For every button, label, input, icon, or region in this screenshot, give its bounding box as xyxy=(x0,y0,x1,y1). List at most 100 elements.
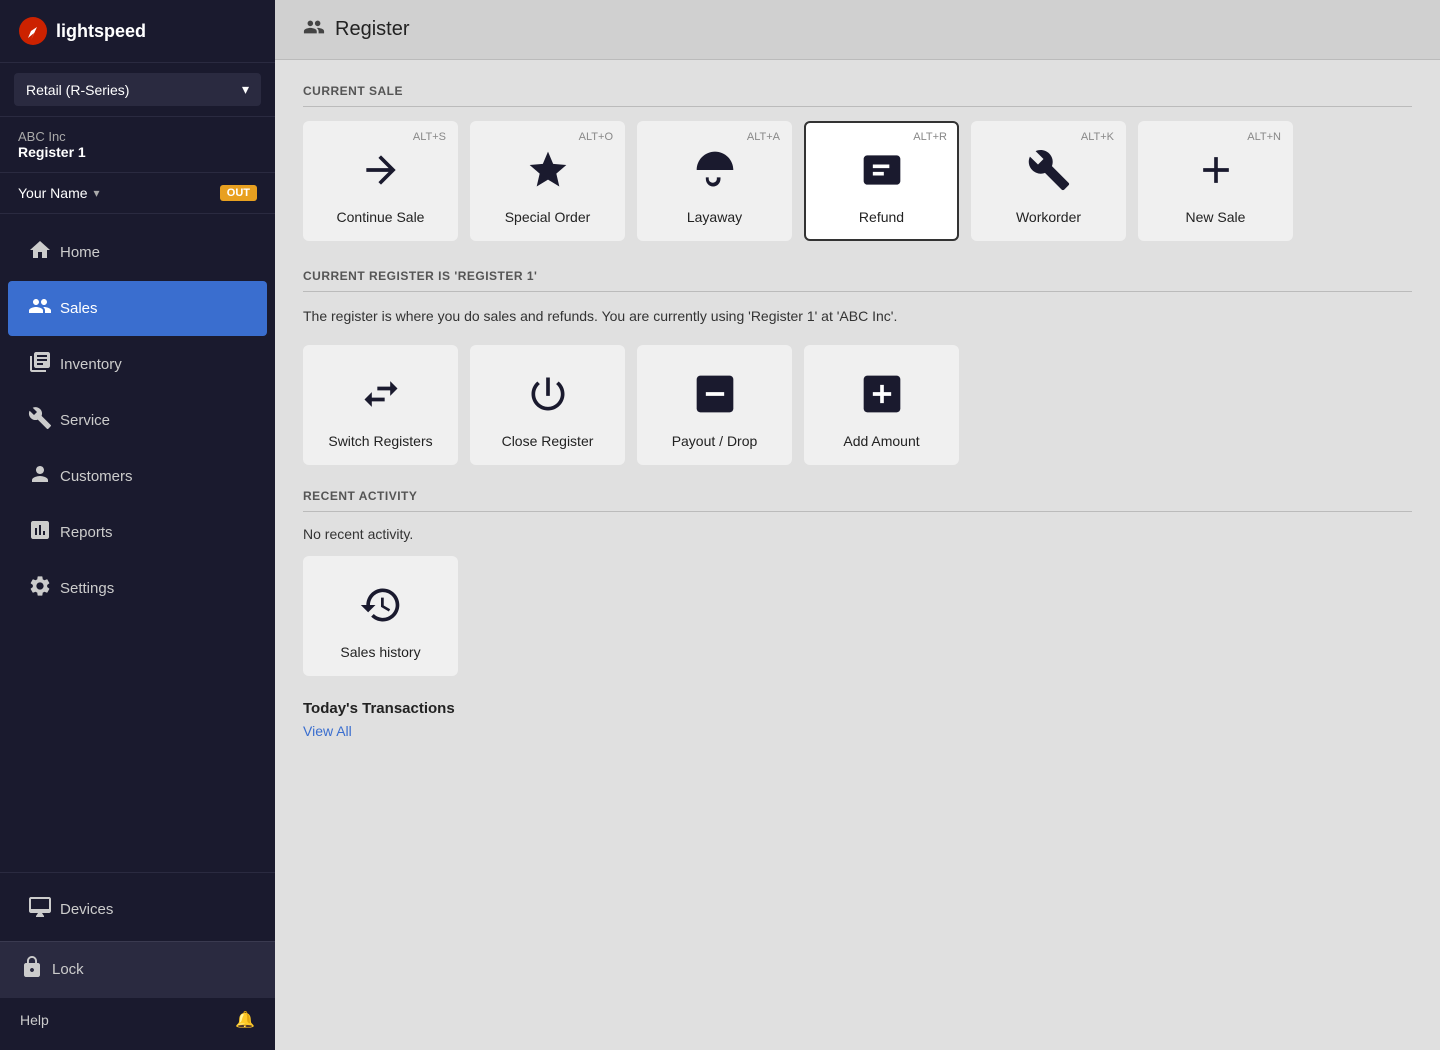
power-icon xyxy=(526,372,570,423)
plus-icon xyxy=(1194,148,1238,199)
sidebar-item-sales-label: Sales xyxy=(60,300,98,317)
layaway-label: Layaway xyxy=(687,209,742,225)
register-description: The register is where you do sales and r… xyxy=(303,306,1412,327)
sidebar-item-customers[interactable]: Customers xyxy=(8,449,267,504)
transactions-section: Today's Transactions View All xyxy=(303,700,1412,741)
lock-icon xyxy=(20,955,40,984)
help-label: Help xyxy=(20,1012,49,1028)
special-order-shortcut: ALT+O xyxy=(579,131,613,143)
main-content: Register CURRENT SALE ALT+S Continue Sal… xyxy=(275,0,1440,1050)
nav-menu: Home Sales Inventory Service Customers xyxy=(0,214,275,872)
service-icon xyxy=(28,406,48,435)
lock-button[interactable]: Lock xyxy=(0,941,275,997)
store-dropdown[interactable]: Retail (R-Series) ▾ xyxy=(14,73,261,106)
sidebar: lightspeed Retail (R-Series) ▾ ABC Inc R… xyxy=(0,0,275,1050)
sidebar-item-reports-label: Reports xyxy=(60,524,113,541)
umbrella-icon xyxy=(693,148,737,199)
refund-card[interactable]: ALT+R Refund xyxy=(804,121,959,241)
layaway-shortcut: ALT+A xyxy=(747,131,780,143)
close-register-label: Close Register xyxy=(502,433,594,449)
switch-registers-label: Switch Registers xyxy=(328,433,432,449)
reports-icon xyxy=(28,518,48,547)
sidebar-item-service[interactable]: Service xyxy=(8,393,267,448)
sidebar-item-devices-label: Devices xyxy=(60,901,113,918)
help-area[interactable]: Help 🔔 xyxy=(0,997,275,1042)
settings-icon xyxy=(28,574,48,603)
page-header: Register xyxy=(275,0,1440,60)
current-sale-cards: ALT+S Continue Sale ALT+O Special Order xyxy=(303,121,1412,241)
layaway-card[interactable]: ALT+A Layaway xyxy=(637,121,792,241)
lock-label: Lock xyxy=(52,961,84,978)
content-body: CURRENT SALE ALT+S Continue Sale ALT+O xyxy=(275,60,1440,781)
home-icon xyxy=(28,238,48,267)
store-info: ABC Inc Register 1 xyxy=(0,117,275,173)
add-amount-label: Add Amount xyxy=(843,433,919,449)
refund-shortcut: ALT+R xyxy=(913,131,947,143)
current-sale-label: CURRENT SALE xyxy=(303,84,1412,107)
history-icon xyxy=(359,583,403,634)
close-register-card[interactable]: Close Register xyxy=(470,345,625,465)
new-sale-label: New Sale xyxy=(1186,209,1246,225)
lightspeed-logo-icon xyxy=(18,16,48,46)
minus-box-icon xyxy=(693,372,737,423)
chevron-down-icon: ▾ xyxy=(242,81,249,98)
continue-sale-card[interactable]: ALT+S Continue Sale xyxy=(303,121,458,241)
sidebar-item-inventory-label: Inventory xyxy=(60,356,122,373)
recent-activity-section: RECENT ACTIVITY No recent activity. Sale… xyxy=(303,489,1412,676)
special-order-card[interactable]: ALT+O Special Order xyxy=(470,121,625,241)
register-header-icon xyxy=(303,16,325,43)
new-sale-shortcut: ALT+N xyxy=(1247,131,1281,143)
logo-area: lightspeed xyxy=(0,0,275,63)
store-dropdown-label: Retail (R-Series) xyxy=(26,82,129,98)
sidebar-item-inventory[interactable]: Inventory xyxy=(8,337,267,392)
sidebar-bottom: Devices Lock Help 🔔 xyxy=(0,872,275,1050)
sales-icon xyxy=(28,294,48,323)
sidebar-item-sales[interactable]: Sales xyxy=(8,281,267,336)
register-section-label: CURRENT REGISTER IS 'REGISTER 1' xyxy=(303,269,1412,292)
register-name: Register 1 xyxy=(18,144,257,160)
chevron-down-icon: ▾ xyxy=(94,186,100,200)
sidebar-item-customers-label: Customers xyxy=(60,468,133,485)
sidebar-item-home[interactable]: Home xyxy=(8,225,267,280)
new-sale-card[interactable]: ALT+N New Sale xyxy=(1138,121,1293,241)
continue-sale-shortcut: ALT+S xyxy=(413,131,446,143)
switch-registers-card[interactable]: Switch Registers xyxy=(303,345,458,465)
customers-icon xyxy=(28,462,48,491)
store-selector[interactable]: Retail (R-Series) ▾ xyxy=(0,63,275,117)
sidebar-item-settings[interactable]: Settings xyxy=(8,561,267,616)
devices-icon xyxy=(28,895,48,924)
view-all-link[interactable]: View All xyxy=(303,723,352,739)
current-sale-section: CURRENT SALE ALT+S Continue Sale ALT+O xyxy=(303,84,1412,241)
sidebar-item-settings-label: Settings xyxy=(60,580,114,597)
sidebar-item-home-label: Home xyxy=(60,244,100,261)
plus-box-icon xyxy=(860,372,904,423)
workorder-shortcut: ALT+K xyxy=(1081,131,1114,143)
register-section: CURRENT REGISTER IS 'REGISTER 1' The reg… xyxy=(303,269,1412,465)
workorder-card[interactable]: ALT+K Workorder xyxy=(971,121,1126,241)
recent-activity-cards: Sales history xyxy=(303,556,1412,676)
inventory-icon xyxy=(28,350,48,379)
register-cards: Switch Registers Close Register Payout /… xyxy=(303,345,1412,465)
continue-sale-label: Continue Sale xyxy=(337,209,425,225)
sales-history-label: Sales history xyxy=(340,644,420,660)
refund-label: Refund xyxy=(859,209,904,225)
logo-text: lightspeed xyxy=(56,21,146,42)
user-area: Your Name ▾ OUT xyxy=(0,173,275,214)
sidebar-item-devices[interactable]: Devices xyxy=(8,882,267,937)
continue-sale-icon xyxy=(359,148,403,199)
user-name-container[interactable]: Your Name ▾ xyxy=(18,185,100,201)
recent-activity-label: RECENT ACTIVITY xyxy=(303,489,1412,512)
no-activity-text: No recent activity. xyxy=(303,526,1412,542)
sales-history-card[interactable]: Sales history xyxy=(303,556,458,676)
out-badge: OUT xyxy=(220,185,257,201)
wrench-icon xyxy=(1027,148,1071,199)
sidebar-item-reports[interactable]: Reports xyxy=(8,505,267,560)
payout-drop-label: Payout / Drop xyxy=(672,433,758,449)
add-amount-card[interactable]: Add Amount xyxy=(804,345,959,465)
notification-icon: 🔔 xyxy=(235,1010,255,1030)
refund-icon xyxy=(860,148,904,199)
payout-drop-card[interactable]: Payout / Drop xyxy=(637,345,792,465)
store-name: ABC Inc xyxy=(18,129,257,144)
switch-icon xyxy=(359,372,403,423)
workorder-label: Workorder xyxy=(1016,209,1081,225)
